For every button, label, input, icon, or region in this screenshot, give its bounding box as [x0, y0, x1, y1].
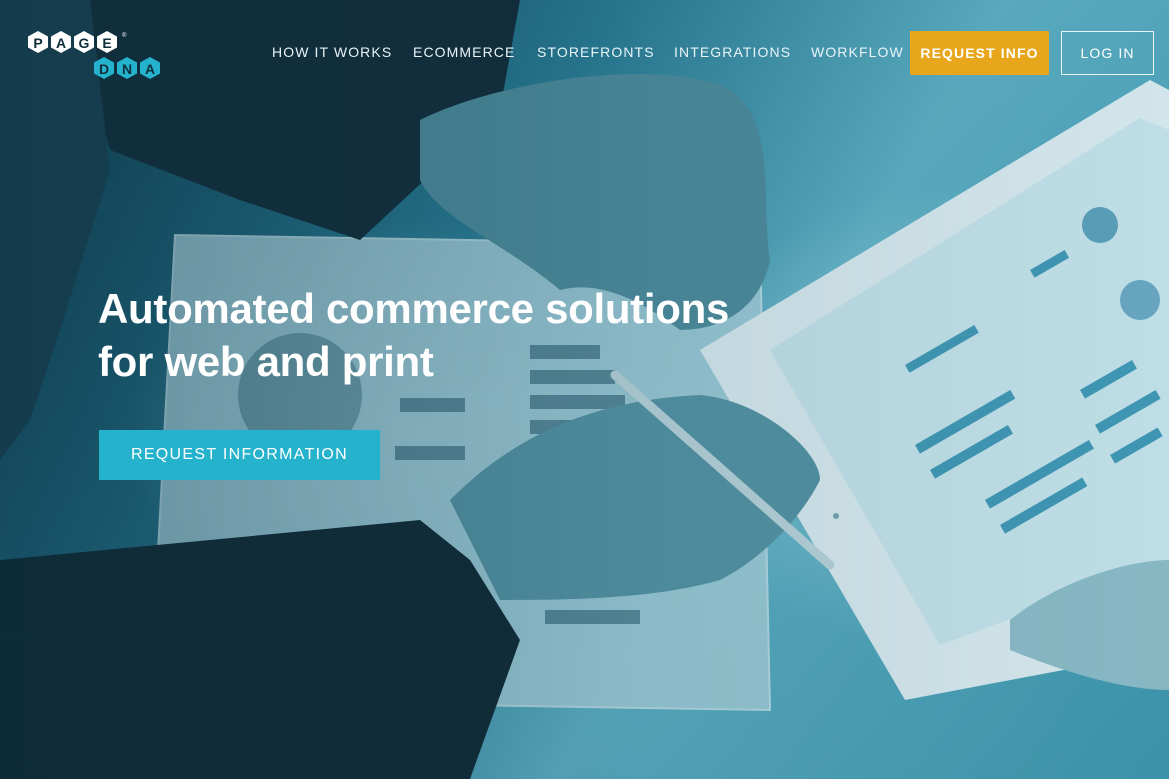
hero-headline-line: for web and print — [98, 338, 434, 385]
nav-item-ecommerce[interactable]: ECOMMERCE — [413, 44, 515, 61]
request-information-button[interactable]: REQUEST INFORMATION — [99, 430, 380, 480]
request-info-button[interactable]: REQUEST INFO — [910, 31, 1049, 75]
hero-section: ® P A G E D N A HOW IT WORKS ECOMMERCE S… — [0, 0, 1169, 779]
logo-letter: E — [102, 35, 112, 51]
logo-letter: P — [33, 35, 43, 51]
nav-item-storefronts[interactable]: STOREFRONTS — [537, 44, 655, 61]
hero-headline-line: Automated commerce solutions — [98, 285, 730, 332]
nav-item-workflow[interactable]: WORKFLOW — [811, 44, 904, 61]
logo-letter: N — [121, 61, 133, 77]
logo-letter: G — [78, 35, 90, 51]
nav-item-integrations[interactable]: INTEGRATIONS — [674, 44, 791, 61]
svg-text:®: ® — [122, 32, 127, 39]
logo-letter: A — [144, 61, 156, 77]
hero-headline: Automated commerce solutions for web and… — [98, 282, 818, 388]
logo-letter: A — [55, 35, 67, 51]
hero-tint-overlay — [0, 0, 1169, 779]
nav-item-how-it-works[interactable]: HOW IT WORKS — [272, 44, 392, 61]
logo-letter: D — [98, 61, 110, 77]
login-button[interactable]: LOG IN — [1061, 31, 1154, 75]
page-dna-logo[interactable]: ® P A G E D N A — [26, 29, 168, 83]
